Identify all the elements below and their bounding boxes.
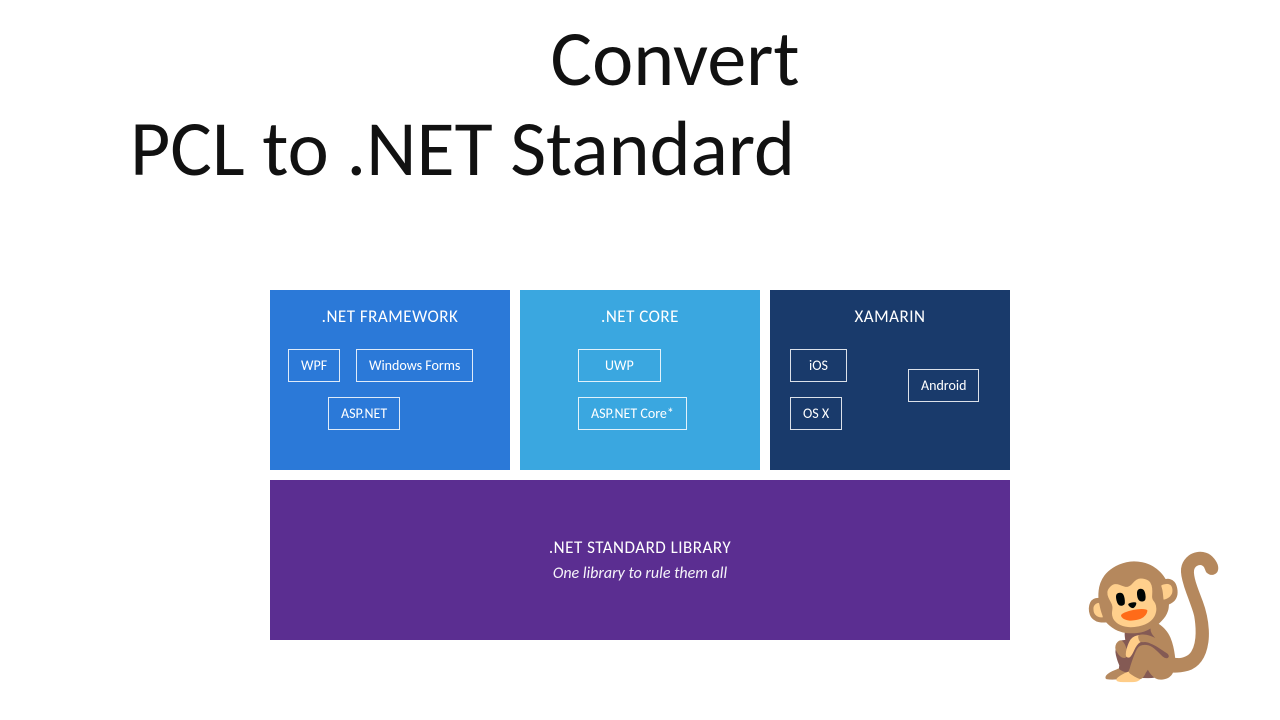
library-subtitle: One library to rule them all <box>553 564 727 583</box>
column-net-framework: .NET FRAMEWORK WPF Windows Forms ASP.NET <box>270 290 510 470</box>
chip-uwp: UWP <box>578 349 661 382</box>
column-header-framework: .NET FRAMEWORK <box>284 306 496 327</box>
column-net-core: .NET CORE UWP ASP.NET Core* <box>520 290 760 470</box>
chip-aspnet: ASP.NET <box>328 397 400 430</box>
dotnet-diagram: .NET FRAMEWORK WPF Windows Forms ASP.NET… <box>270 290 1010 640</box>
chip-android: Android <box>908 369 979 402</box>
chip-ios: iOS <box>790 349 847 382</box>
title-line-2: PCL to .NET Standard <box>130 108 1220 190</box>
column-header-core: .NET CORE <box>534 306 746 327</box>
xamarin-chips: iOS OS X Android <box>784 345 996 456</box>
title-line-1: Convert <box>130 18 1220 100</box>
framework-chips: WPF Windows Forms ASP.NET <box>284 345 496 456</box>
chip-windows-forms: Windows Forms <box>356 349 473 382</box>
library-title: .NET STANDARD LIBRARY <box>549 537 731 558</box>
chip-wpf: WPF <box>288 349 340 382</box>
chip-osx: OS X <box>790 397 842 430</box>
chip-aspnet-core: ASP.NET Core* <box>578 397 687 430</box>
column-xamarin: XAMARIN iOS OS X Android <box>770 290 1010 470</box>
column-header-xamarin: XAMARIN <box>784 306 996 327</box>
slide-title: Convert PCL to .NET Standard <box>130 18 1220 190</box>
diagram-top-row: .NET FRAMEWORK WPF Windows Forms ASP.NET… <box>270 290 1010 470</box>
core-chips: UWP ASP.NET Core* <box>534 345 746 456</box>
net-standard-library-box: .NET STANDARD LIBRARY One library to rul… <box>270 480 1010 640</box>
monkey-icon: 🐒 <box>1079 558 1228 678</box>
